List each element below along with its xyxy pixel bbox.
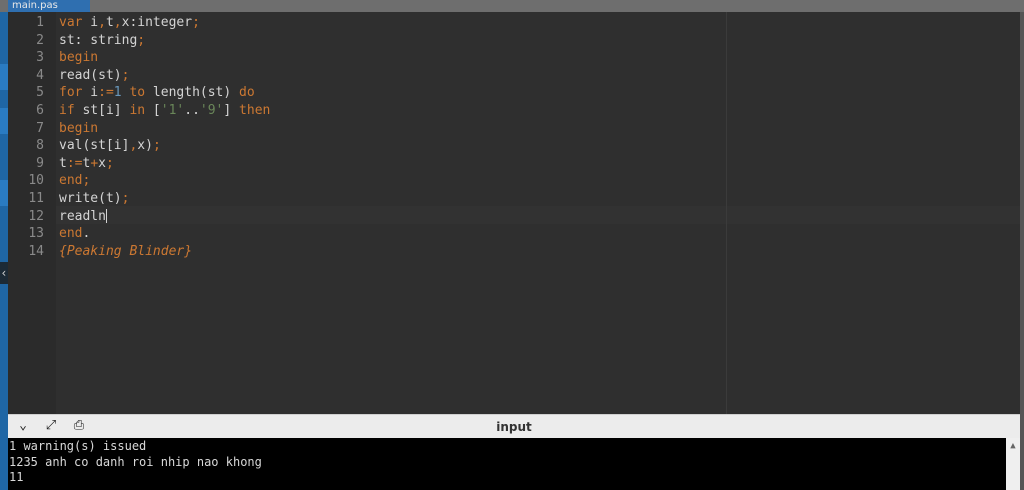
code-token: '9'	[199, 103, 224, 118]
print-margin	[726, 12, 727, 414]
chevron-down-icon[interactable]: ⌄	[14, 418, 32, 434]
code-token: to	[129, 85, 146, 101]
code-line[interactable]: write(t);	[59, 190, 129, 208]
code-token: t	[105, 15, 114, 30]
right-window-edge	[1020, 414, 1024, 490]
code-token: i	[82, 15, 99, 30]
code-token: ;	[82, 173, 91, 189]
tab-main-pas[interactable]: main.pas	[8, 0, 90, 12]
console-scrollbar[interactable]: ▲	[1006, 438, 1020, 490]
code-token: ;	[192, 15, 200, 30]
line-number: 14	[28, 243, 44, 259]
line-number: 2	[36, 32, 44, 48]
code-token: begin	[59, 120, 99, 136]
code-line[interactable]: st: string;	[59, 32, 145, 50]
code-token: +	[90, 155, 99, 171]
line-number: 9	[36, 155, 44, 171]
code-line[interactable]: if st[i] in ['1'..'9'] then	[59, 102, 270, 120]
line-number: 5	[36, 85, 44, 101]
code-token: read(st)	[59, 67, 122, 83]
left-window-edge	[0, 12, 8, 490]
code-line[interactable]: {Peaking Blinder}	[59, 243, 192, 261]
print-icon[interactable]: ⎙	[70, 418, 88, 434]
code-token: readln	[59, 208, 106, 224]
scroll-up-icon[interactable]: ▲	[1007, 440, 1019, 452]
code-token: for	[59, 85, 83, 101]
edge-stripe	[0, 180, 8, 206]
code-token: i	[82, 85, 99, 101]
code-token: in	[129, 103, 146, 118]
code-token: var	[59, 15, 83, 30]
code-token: do	[239, 85, 255, 101]
code-line[interactable]: end;	[59, 172, 90, 190]
line-number: 1	[36, 15, 44, 30]
line-number: 11	[28, 191, 44, 206]
code-token: ;	[152, 138, 161, 154]
collapse-arrow-icon[interactable]: ‹	[0, 262, 8, 284]
code-line[interactable]: begin	[59, 49, 98, 67]
edge-stripe	[0, 64, 8, 90]
code-token: ,	[113, 15, 122, 30]
line-number: 7	[36, 120, 44, 136]
code-line[interactable]: val(st[i],x);	[59, 137, 161, 155]
code-token: {Peaking Blinder}	[59, 243, 193, 259]
top-bar	[0, 0, 1024, 12]
code-line[interactable]: end.	[59, 225, 90, 243]
code-line[interactable]: readln	[59, 208, 107, 226]
code-token: st: string	[59, 32, 138, 48]
code-token: ;	[105, 155, 114, 171]
code-editor[interactable]: 1 var i,t,x:integer; 2 st: string; 3 begin 4 re…	[8, 12, 1020, 414]
line-number: 12	[28, 208, 44, 224]
console-line: 1235 anh co danh roi nhip nao khong	[9, 454, 262, 469]
expand-icon[interactable]: ⤢	[42, 418, 60, 434]
line-number: 13	[28, 226, 44, 242]
code-token: .	[82, 226, 91, 242]
code-token: then	[239, 103, 271, 118]
code-token: [	[145, 103, 161, 118]
code-token: 1	[113, 85, 122, 101]
code-token: begin	[59, 50, 99, 66]
code-token: x)	[137, 138, 153, 154]
code-token: ;	[137, 32, 146, 48]
code-token: length(st)	[145, 85, 240, 101]
code-token: val(st[i]	[59, 138, 130, 154]
code-token: '1'	[160, 103, 185, 118]
code-line[interactable]: read(st);	[59, 67, 129, 85]
line-number: 4	[36, 67, 44, 83]
console-line: 1 warning(s) issued	[9, 439, 147, 453]
code-line[interactable]: for i:=1 to length(st) do	[59, 84, 255, 102]
line-number: 3	[36, 50, 44, 66]
code-token: t	[59, 155, 67, 171]
right-window-edge	[1020, 12, 1024, 414]
edge-stripe	[0, 108, 8, 134]
code-line[interactable]: var i,t,x:integer;	[59, 14, 200, 32]
code-token: :=	[98, 85, 114, 101]
code-token: x:integer	[121, 15, 193, 30]
code-line[interactable]: t:=t+x;	[59, 155, 114, 173]
code-token: ..	[184, 103, 200, 118]
code-token: st[i]	[74, 103, 130, 118]
code-token: :=	[66, 155, 83, 171]
code-token: ]	[223, 103, 240, 118]
code-token: ;	[121, 67, 130, 83]
bottom-panel-bar: input ⌄ ⤢ ⎙	[8, 414, 1020, 438]
code-token: ;	[121, 191, 130, 206]
output-console[interactable]: 1 warning(s) issued 1235 anh co danh roi …	[8, 438, 1006, 490]
code-token: end	[59, 226, 83, 242]
panel-title: input	[496, 420, 532, 434]
code-token: write(t)	[59, 191, 122, 206]
code-line[interactable]: begin	[59, 120, 98, 138]
tab-label: main.pas	[12, 0, 58, 11]
current-line-highlight	[56, 206, 1020, 224]
line-number: 10	[28, 173, 44, 189]
line-number: 8	[36, 138, 44, 154]
console-line: 11	[9, 470, 24, 484]
code-token: x	[98, 155, 106, 171]
text-caret	[105, 209, 107, 224]
code-token: end	[59, 173, 83, 189]
code-token: ,	[98, 15, 106, 30]
line-number: 6	[36, 103, 44, 118]
code-token: if	[59, 103, 75, 118]
